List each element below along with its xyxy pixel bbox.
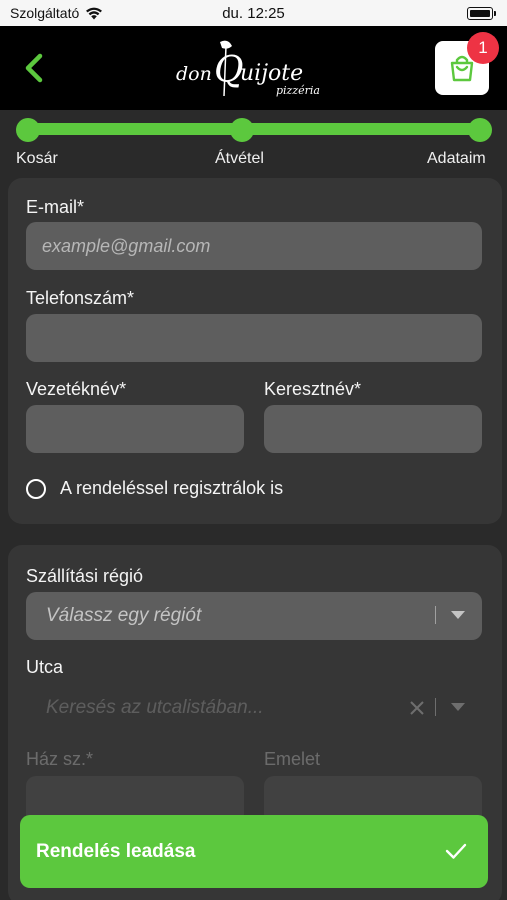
cart-count-badge: 1 [467,32,499,64]
status-bar: Szolgáltató du. 12:25 [0,0,507,26]
back-button[interactable] [16,48,52,88]
region-label: Szállítási régió [26,566,144,586]
clear-icon[interactable] [410,701,424,715]
step-label-pickup: Átvétel [215,150,264,167]
svg-text:don: don [176,63,212,85]
checkout-progress: Kosár Átvétel Adataim [0,110,507,176]
svg-text:pizzéria: pizzéria [276,84,320,97]
progress-dot-details [468,118,492,142]
select-separator [435,606,436,624]
street-select[interactable]: Keresés az utcalistában... [26,684,482,732]
register-radio[interactable] [26,479,46,499]
register-radio-label[interactable]: A rendeléssel regisztrálok is [60,478,283,499]
street-select-placeholder: Keresés az utcalistában... [46,697,264,718]
brand-logo: don Q uijote pizzéria [176,40,320,97]
firstname-field[interactable] [264,405,482,453]
battery-icon [467,7,496,20]
place-order-label: Rendelés leadása [36,841,196,862]
phone-field[interactable] [26,314,482,362]
checkmark-icon [445,843,467,859]
progress-dot-pickup [230,118,254,142]
street-label: Utca [26,657,64,677]
lastname-label: Vezetéknév* [26,379,127,399]
progress-dot-cart [16,118,40,142]
house-number-label: Ház sz.* [26,749,94,769]
chevron-down-icon [451,611,465,619]
progress-track [28,123,480,135]
contact-card: E-mail* example@gmail.com Telefonszám* V… [8,178,502,524]
phone-label: Telefonszám* [26,288,135,308]
chevron-down-icon [451,703,465,711]
region-select-placeholder: Válassz egy régiót [46,605,202,626]
chevron-left-icon [25,53,43,83]
select-separator [435,698,436,716]
step-label-cart: Kosár [16,150,58,167]
step-label-details: Adataim [427,150,486,167]
floor-label: Emelet [264,749,321,769]
svg-text:uijote: uijote [240,61,303,86]
app-header: don Q uijote pizzéria 1 [0,26,507,110]
clock: du. 12:25 [222,5,285,22]
place-order-button[interactable]: Rendelés leadása [20,815,488,888]
email-field[interactable]: example@gmail.com [26,222,482,270]
email-label: E-mail* [26,197,85,217]
firstname-label: Keresztnév* [264,379,362,399]
region-select[interactable]: Válassz egy régiót [26,592,482,640]
lastname-field[interactable] [26,405,244,453]
